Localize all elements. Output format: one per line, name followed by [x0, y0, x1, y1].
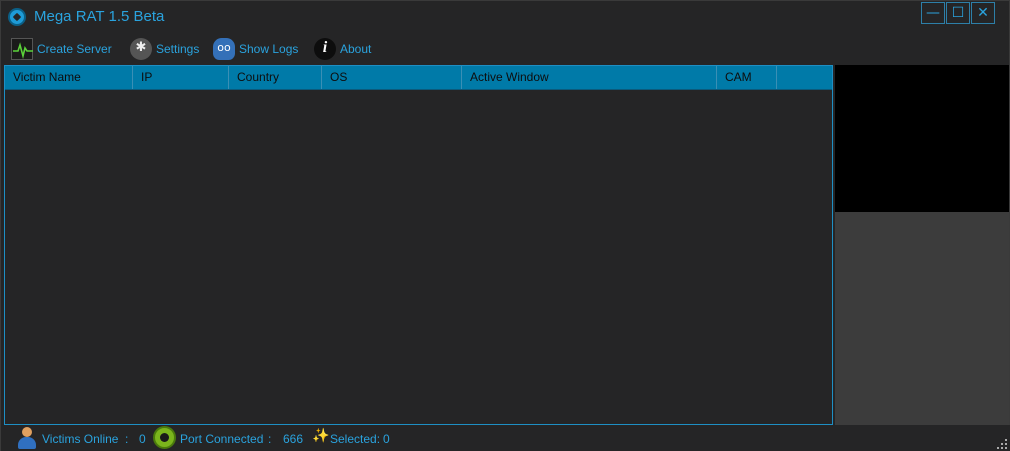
column-header-country[interactable]: Country [229, 66, 322, 89]
show-logs-label: Show Logs [239, 42, 299, 56]
about-button[interactable]: i About [314, 36, 371, 62]
victims-list[interactable]: Victim Name IP Country OS Active Window … [4, 65, 833, 425]
toolbar: Create Server ✱ Settings oo Show Logs i … [1, 36, 1010, 62]
column-header-cam[interactable]: CAM [717, 66, 777, 89]
selected-count: 0 [383, 432, 390, 446]
app-logo-icon [8, 8, 26, 26]
victims-online-label: Victims Online [42, 432, 119, 446]
webcam-preview [835, 65, 1009, 212]
minimize-button[interactable]: — [921, 2, 945, 24]
port-connected-value: 666 [283, 432, 304, 446]
port-status-icon [153, 426, 176, 449]
victims-list-header: Victim Name IP Country OS Active Window … [5, 66, 832, 90]
user-icon [17, 427, 37, 449]
status-bar: Victims Online : 0 Port Connected : 666 … [1, 425, 1010, 451]
main-window: Mega RAT 1.5 Beta — ☐ ✕ Create Server ✱ … [0, 0, 1010, 451]
wrench-gear-icon: ✱ [130, 38, 152, 60]
victims-online-separator: : [125, 432, 129, 446]
column-header-ip[interactable]: IP [133, 66, 229, 89]
selected-label: Selected: [330, 432, 381, 446]
create-server-button[interactable]: Create Server [11, 36, 112, 62]
settings-button[interactable]: ✱ Settings [130, 36, 199, 62]
pulse-monitor-icon [11, 38, 33, 60]
settings-label: Settings [156, 42, 200, 56]
victims-online-count: 0 [139, 432, 146, 446]
column-header-active-window[interactable]: Active Window [462, 66, 717, 89]
window-title: Mega RAT 1.5 Beta [34, 8, 165, 25]
column-header-os[interactable]: OS [322, 66, 462, 89]
side-panel [835, 212, 1009, 425]
about-label: About [340, 42, 372, 56]
magic-wand-icon: ✨ [312, 428, 330, 444]
maximize-button[interactable]: ☐ [946, 2, 970, 24]
title-bar[interactable]: Mega RAT 1.5 Beta — ☐ ✕ [1, 1, 1010, 33]
port-connected-label: Port Connected [180, 432, 264, 446]
info-icon: i [314, 38, 336, 60]
create-server-label: Create Server [37, 42, 112, 56]
resize-grip[interactable] [997, 439, 1009, 451]
column-header-victim-name[interactable]: Victim Name [5, 66, 133, 89]
voicemail-cloud-icon: oo [213, 38, 235, 60]
show-logs-button[interactable]: oo Show Logs [213, 36, 298, 62]
close-button[interactable]: ✕ [971, 2, 995, 24]
port-connected-separator: : [268, 432, 272, 446]
